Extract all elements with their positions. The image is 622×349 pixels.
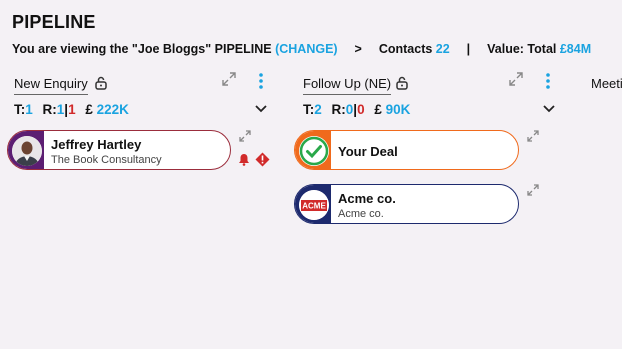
check-circle-icon — [299, 136, 329, 166]
value-total: £84M — [559, 42, 592, 56]
context-prefix: You are viewing the "Joe Bloggs" PIPELIN… — [12, 42, 272, 56]
acme-logo-text: ACME — [302, 202, 326, 211]
lock-icon[interactable] — [395, 76, 409, 90]
column-stats: T:2 R:0|0 £ 90K — [303, 102, 411, 117]
card-company: Acme co. — [338, 208, 384, 220]
column-title[interactable]: Meeti — [591, 76, 622, 94]
contacts-count[interactable]: 22 — [436, 42, 450, 56]
warning-icon[interactable] — [255, 152, 270, 167]
context-bar: You are viewing the "Joe Bloggs" PIPELIN… — [12, 42, 591, 56]
context-divider: | — [466, 42, 471, 56]
pipeline-column-follow-up: Follow Up (NE) T:2 R:0|0 £ 90K Your Deal — [294, 72, 571, 224]
card-name: Your Deal — [338, 144, 398, 159]
column-title[interactable]: Follow Up (NE) — [303, 76, 392, 95]
pipeline-column-meeting: Meeti T:0 — [589, 72, 622, 96]
deal-card[interactable]: Your Deal — [294, 130, 519, 170]
card-name: Jeffrey Hartley — [51, 137, 142, 152]
chevron-down-icon[interactable] — [255, 104, 267, 114]
person-photo-icon — [12, 136, 42, 166]
expand-icon[interactable] — [239, 130, 251, 142]
acme-logo-icon: ACME — [299, 190, 329, 220]
card-name: Acme co. — [338, 191, 396, 206]
pipeline-column-new-enquiry: New Enquiry T:1 R:1|1 £ 222K Jeffrey Har… — [7, 72, 282, 170]
contacts-label: Contacts — [378, 42, 433, 56]
expand-icon[interactable] — [509, 72, 523, 86]
chevron-down-icon[interactable] — [543, 104, 555, 114]
deal-card[interactable]: Jeffrey Hartley The Book Consultancy — [7, 130, 231, 170]
lock-icon[interactable] — [94, 76, 108, 90]
kebab-menu-icon[interactable] — [545, 72, 551, 90]
expand-icon[interactable] — [222, 72, 236, 86]
bell-icon[interactable] — [238, 153, 250, 166]
page-title: PIPELINE — [12, 12, 96, 32]
deal-card[interactable]: ACME Acme co. Acme co. — [294, 184, 519, 224]
kebab-menu-icon[interactable] — [258, 72, 264, 90]
card-company: The Book Consultancy — [51, 154, 162, 166]
expand-icon[interactable] — [527, 130, 539, 142]
context-arrow: > — [354, 42, 362, 56]
change-pipeline-link[interactable]: (CHANGE) — [275, 42, 338, 56]
expand-icon[interactable] — [527, 184, 539, 196]
column-stats: T:1 R:1|1 £ 222K — [14, 102, 129, 117]
value-label: Value: Total — [487, 42, 557, 56]
column-title[interactable]: New Enquiry — [14, 76, 88, 95]
